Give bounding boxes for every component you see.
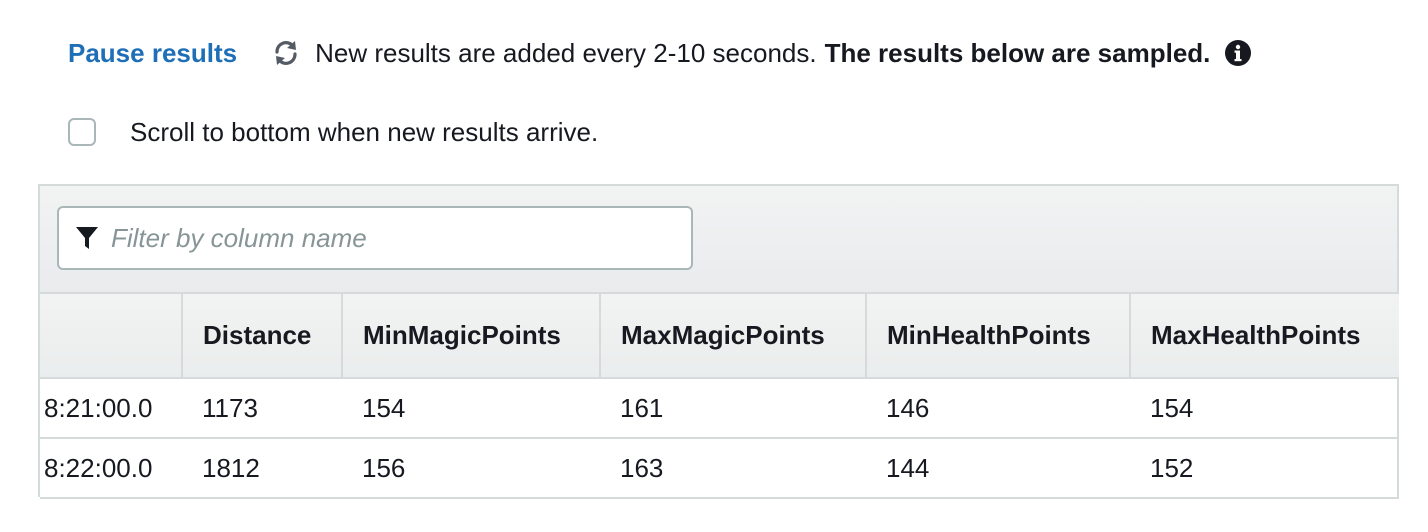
info-icon[interactable]	[1224, 39, 1252, 67]
scroll-to-bottom-label[interactable]: Scroll to bottom when new results arrive…	[130, 117, 598, 148]
results-page: Pause results New results are added ever…	[0, 0, 1428, 532]
column-header-time[interactable]	[40, 294, 182, 379]
table-row: 8:21:00.0 1173 154 161 146 154	[40, 378, 1399, 439]
table-cell: 154	[1130, 378, 1399, 439]
table-header-row: Distance MinMagicPoints MaxMagicPoints M…	[40, 294, 1399, 379]
table-cell: 1812	[182, 438, 342, 499]
refresh-icon	[271, 38, 301, 68]
column-header-min-health-points[interactable]: MinHealthPoints	[865, 294, 1130, 379]
filter-icon	[75, 225, 99, 251]
column-header-max-health-points[interactable]: MaxHealthPoints	[1129, 294, 1399, 379]
results-table: Distance MinMagicPoints MaxMagicPoints M…	[40, 294, 1399, 499]
table-cell: 152	[1130, 438, 1399, 499]
table-cell: 154	[342, 378, 600, 439]
table-cell: 156	[342, 438, 600, 499]
table-cell: 1173	[182, 378, 342, 439]
table-cell: 144	[866, 438, 1130, 499]
column-header-distance[interactable]: Distance	[181, 294, 342, 379]
table-cell: 146	[866, 378, 1130, 439]
table-cell: 8:21:00.0	[40, 378, 182, 439]
filter-bar	[40, 186, 1397, 294]
filter-input[interactable]	[109, 217, 673, 259]
table-cell: 8:22:00.0	[40, 438, 182, 499]
table-row: 8:22:00.0 1812 156 163 144 152	[40, 438, 1399, 499]
results-table-panel: Distance MinMagicPoints MaxMagicPoints M…	[38, 184, 1399, 499]
table-cell: 161	[600, 378, 866, 439]
filter-box[interactable]	[57, 206, 693, 270]
column-header-min-magic-points[interactable]: MinMagicPoints	[341, 294, 600, 379]
results-toolbar: Pause results New results are added ever…	[68, 30, 1252, 76]
status-text: New results are added every 2-10 seconds…	[315, 37, 817, 68]
scroll-to-bottom-checkbox[interactable]	[68, 118, 96, 146]
scroll-option: Scroll to bottom when new results arrive…	[68, 114, 598, 150]
table-cell: 163	[600, 438, 866, 499]
pause-results-link[interactable]: Pause results	[68, 38, 237, 69]
sampled-notice: The results below are sampled.	[824, 37, 1211, 68]
column-header-max-magic-points[interactable]: MaxMagicPoints	[599, 294, 866, 379]
